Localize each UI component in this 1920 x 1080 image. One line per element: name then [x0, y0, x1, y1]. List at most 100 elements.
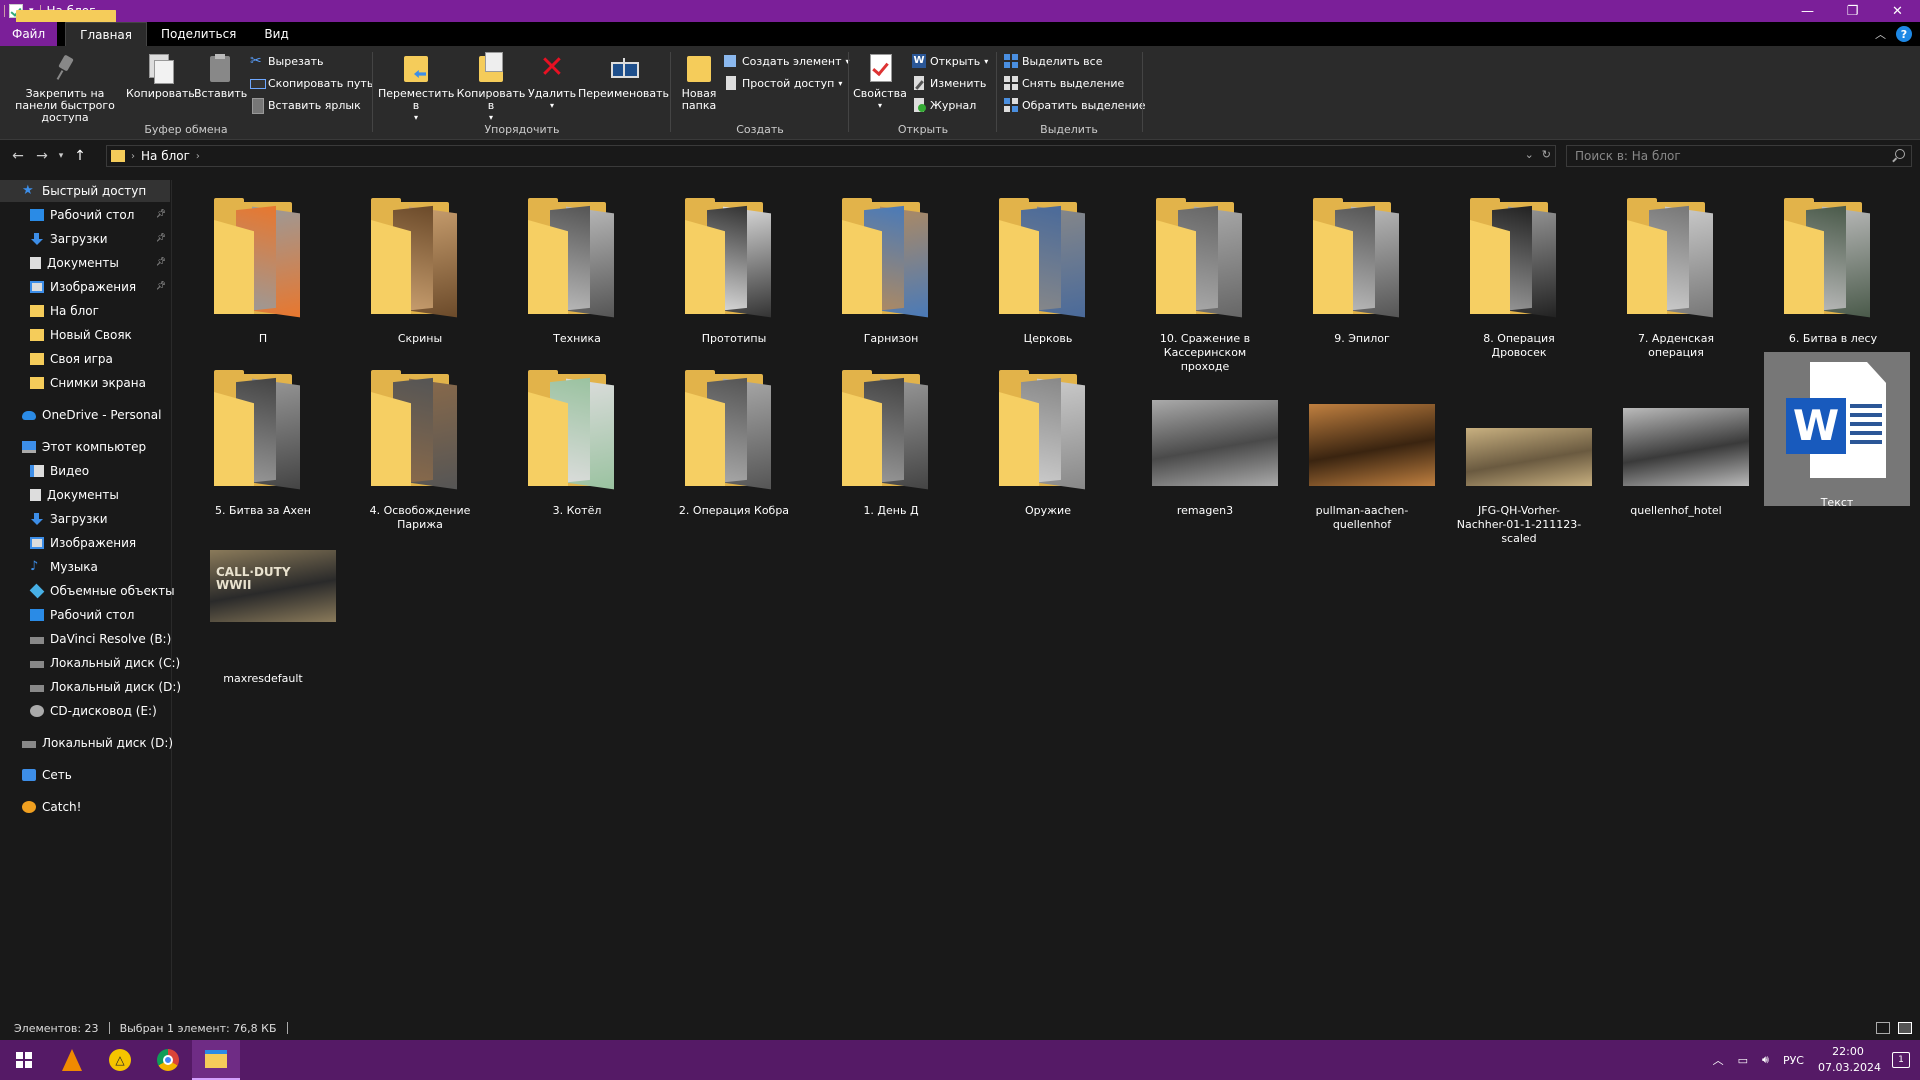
folder-item[interactable]: 7. Арденская операция — [1611, 192, 1741, 359]
back-button[interactable]: ← — [6, 144, 30, 168]
help-button[interactable]: ? — [1896, 26, 1912, 42]
details-view-button[interactable] — [1876, 1022, 1890, 1034]
recent-locations-button[interactable]: ▾ — [54, 144, 68, 168]
folder-item[interactable]: 3. Котёл — [512, 364, 642, 517]
open-button[interactable]: Открыть ▾ — [912, 52, 988, 70]
sidebar-item[interactable]: Локальный диск (C:) — [0, 652, 180, 674]
taskbar-explorer[interactable] — [192, 1040, 240, 1080]
image-item[interactable]: JFG-QH-Vorher-Nachher-01-1-211123-scaled — [1454, 364, 1592, 545]
folder-item[interactable]: 1. День Д — [826, 364, 956, 517]
select-none-button[interactable]: Снять выделение — [1004, 74, 1124, 92]
edit-button[interactable]: Изменить — [912, 74, 986, 92]
start-button[interactable] — [0, 1040, 48, 1080]
address-dropdown-icon[interactable]: ⌄ — [1525, 148, 1534, 161]
image-item[interactable]: pullman-aachen-quellenhof — [1297, 364, 1435, 531]
folder-item[interactable]: 2. Операция Кобра — [669, 364, 799, 517]
sidebar-item[interactable]: Изображения — [0, 532, 170, 554]
copy-to-button[interactable]: Копировать в ▾ — [456, 52, 526, 124]
maximize-button[interactable]: ❐ — [1830, 0, 1875, 22]
refresh-icon[interactable]: ↻ — [1542, 148, 1551, 161]
folder-item[interactable]: 9. Эпилог — [1297, 192, 1427, 345]
easy-access-button[interactable]: Простой доступ ▾ — [724, 74, 842, 92]
sidebar-item[interactable]: Catch! — [0, 796, 170, 818]
properties-button[interactable]: Свойства ▾ — [852, 52, 908, 112]
rename-button[interactable]: Переименовать — [578, 52, 669, 100]
folder-item[interactable]: 10. Сражение в Кассеринском проходе — [1140, 192, 1270, 373]
forward-button[interactable]: → — [30, 144, 54, 168]
up-button[interactable]: ↑ — [68, 144, 92, 168]
sidebar-item[interactable]: Загрузки — [0, 508, 170, 530]
taskbar-vlc[interactable] — [48, 1040, 96, 1080]
sidebar-item[interactable]: Этот компьютер — [0, 436, 170, 458]
volume-icon[interactable]: 🔊︎ — [1762, 1053, 1769, 1067]
sidebar-item[interactable]: Объемные объекты — [0, 580, 175, 602]
new-folder-button[interactable]: Новая папка — [674, 52, 724, 112]
cut-button[interactable]: ✂ Вырезать — [250, 52, 323, 70]
copy-path-button[interactable]: Скопировать путь — [250, 74, 373, 92]
chevron-right-icon[interactable]: › — [131, 151, 135, 162]
sidebar-item[interactable]: OneDrive - Personal — [0, 404, 170, 426]
new-item-button[interactable]: Создать элемент ▾ — [724, 52, 850, 70]
sidebar-item[interactable]: Снимки экрана — [0, 372, 170, 394]
folder-item[interactable]: Прототипы — [669, 192, 799, 345]
tab-view[interactable]: Вид — [250, 22, 302, 46]
tab-share[interactable]: Поделиться — [147, 22, 250, 46]
ribbon-collapse-icon[interactable]: ︿ — [1875, 26, 1886, 42]
copy-button[interactable]: Копировать — [126, 52, 195, 100]
sidebar-item[interactable]: ★ Быстрый доступ — [0, 180, 170, 202]
language-indicator[interactable]: РУС — [1783, 1054, 1804, 1067]
notifications-button[interactable]: 1 — [1892, 1052, 1910, 1068]
move-to-button[interactable]: Переместить в ▾ — [378, 52, 454, 124]
folder-item[interactable]: П — [198, 192, 328, 345]
clock[interactable]: 22:00 07.03.2024 — [1818, 1044, 1881, 1076]
folder-item[interactable]: Оружие — [983, 364, 1113, 517]
folder-item[interactable]: 8. Операция Дровосек — [1454, 192, 1584, 359]
sidebar-item[interactable]: Рабочий стол — [0, 604, 170, 626]
sidebar-item[interactable]: Своя игра — [0, 348, 170, 370]
image-item[interactable]: CALL·DUTY WWII maxresdefault — [198, 532, 336, 685]
sidebar-item[interactable]: DaVinci Resolve (B:) — [0, 628, 171, 650]
folder-item[interactable]: Техника — [512, 192, 642, 345]
sidebar-item[interactable]: Локальный диск (D:) — [0, 732, 173, 754]
sidebar-item[interactable]: Локальный диск (D:) — [0, 676, 181, 698]
sidebar-item[interactable]: На блог — [0, 300, 170, 322]
close-button[interactable]: ✕ — [1875, 0, 1920, 22]
tab-home[interactable]: Главная — [65, 22, 147, 46]
folder-item[interactable]: Гарнизон — [826, 192, 956, 345]
sidebar-item[interactable]: ♪ Музыка — [0, 556, 170, 578]
chevron-right-icon[interactable]: › — [196, 151, 200, 162]
search-icon[interactable] — [1895, 149, 1905, 159]
taskbar-chrome[interactable] — [144, 1040, 192, 1080]
folder-item[interactable]: Скрины — [355, 192, 485, 345]
chevron-up-icon[interactable]: ︿ — [1713, 1052, 1724, 1068]
select-all-button[interactable]: Выделить все — [1004, 52, 1102, 70]
folder-item[interactable]: Церковь — [983, 192, 1113, 345]
taskbar-app[interactable]: △ — [96, 1040, 144, 1080]
folder-item[interactable]: 5. Битва за Ахен — [198, 364, 328, 517]
network-icon[interactable]: ▭ — [1738, 1054, 1748, 1067]
breadcrumb[interactable]: На блог — [141, 149, 190, 163]
delete-button[interactable]: ✕ Удалить ▾ — [528, 52, 576, 112]
folder-item[interactable]: 6. Битва в лесу — [1768, 192, 1898, 345]
large-icons-view-button[interactable] — [1898, 1022, 1912, 1034]
sidebar-item[interactable]: Новый Свояк — [0, 324, 170, 346]
sidebar-item[interactable]: CD-дисковод (E:) — [0, 700, 170, 722]
image-item[interactable]: remagen3 — [1140, 364, 1278, 517]
sidebar-item[interactable]: Загрузки 📌︎ — [0, 228, 170, 250]
sidebar-item[interactable]: Документы — [0, 484, 170, 506]
paste-button[interactable]: Вставить — [194, 52, 247, 100]
sidebar-item[interactable]: Видео — [0, 460, 170, 482]
paste-shortcut-button[interactable]: Вставить ярлык — [250, 96, 361, 114]
invert-selection-button[interactable]: Обратить выделение — [1004, 96, 1146, 114]
tab-file[interactable]: Файл — [0, 22, 58, 46]
search-input[interactable]: Поиск в: На блог — [1566, 145, 1912, 167]
sidebar-item[interactable]: Рабочий стол 📌︎ — [0, 204, 170, 226]
history-button[interactable]: Журнал — [912, 96, 976, 114]
sidebar-item[interactable]: Изображения 📌︎ — [0, 276, 170, 298]
sidebar-item[interactable]: Сеть — [0, 764, 170, 786]
pin-quick-access-button[interactable]: Закрепить на панели быстрого доступа — [6, 52, 124, 124]
address-bar[interactable]: › На блог › ⌄ ↻ — [106, 145, 1556, 167]
folder-item[interactable]: 4. Освобождение Парижа — [355, 364, 485, 531]
minimize-button[interactable]: — — [1785, 0, 1830, 22]
image-item[interactable]: quellenhof_hotel — [1611, 364, 1749, 517]
